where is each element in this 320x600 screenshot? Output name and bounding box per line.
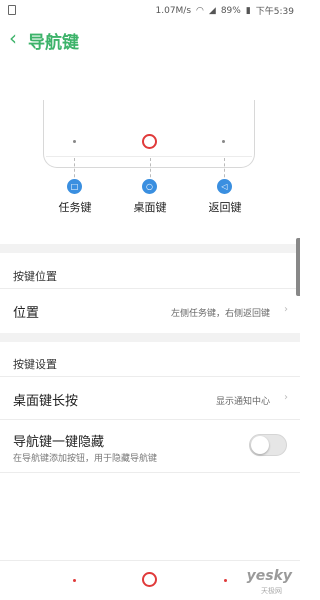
square-icon: □ xyxy=(67,179,82,194)
notification-icon xyxy=(8,5,16,15)
hide-nav-row[interactable]: 导航键一键隐藏 在导航键添加按钮，用于隐藏导航键 xyxy=(0,420,300,472)
section-title-key-settings: 按键设置 xyxy=(13,358,57,371)
hide-nav-subtitle: 在导航键添加按钮，用于隐藏导航键 xyxy=(13,454,158,464)
home-key-button[interactable] xyxy=(142,572,157,587)
section-title-key-position: 按键位置 xyxy=(13,270,57,283)
chevron-right-icon: › xyxy=(284,304,288,315)
home-long-press-value: 显示通知中心 xyxy=(215,397,270,407)
home-long-press-row[interactable]: 桌面键长按 显示通知中心 › xyxy=(0,377,300,419)
back-dot xyxy=(222,140,225,143)
triangle-left-icon: ◁ xyxy=(217,179,232,194)
chevron-left-icon[interactable]: ‹ xyxy=(9,27,17,49)
page-title: 导航键 xyxy=(28,33,79,53)
clock: 下午5:39 xyxy=(255,7,294,17)
home-long-press-label: 桌面键长按 xyxy=(13,394,79,409)
phone-inner-line xyxy=(46,156,252,157)
back-key-button[interactable] xyxy=(224,579,227,582)
toggle-knob xyxy=(251,436,269,454)
task-dot xyxy=(73,140,76,143)
home-key-label: 桌面键 xyxy=(133,201,167,214)
divider xyxy=(0,472,300,473)
home-circle-icon xyxy=(142,134,157,149)
back-key-label: 返回键 xyxy=(208,201,242,214)
chevron-right-icon: › xyxy=(284,392,288,403)
status-bar: 1.07M/s ◠ ◢ 89% ▮ 下午5:39 xyxy=(0,0,300,22)
battery-percent: 89% xyxy=(220,5,241,16)
wifi-icon: ◠ xyxy=(196,5,204,16)
side-drawer-handle[interactable] xyxy=(296,238,300,296)
section-separator xyxy=(0,333,300,342)
task-key-button[interactable] xyxy=(73,579,76,582)
hide-nav-toggle[interactable] xyxy=(249,434,287,456)
watermark-logo: yesky xyxy=(246,568,292,584)
hide-nav-label: 导航键一键隐藏 xyxy=(13,435,105,450)
signal-icon: ◢ xyxy=(208,5,216,16)
section-separator xyxy=(0,244,300,253)
task-key-label: 任务键 xyxy=(58,201,92,214)
header: ‹ 导航键 xyxy=(0,22,300,56)
circle-icon: ○ xyxy=(142,179,157,194)
position-value: 左侧任务键，右侧返回键 xyxy=(170,309,270,319)
position-row[interactable]: 位置 左侧任务键，右侧返回键 › xyxy=(0,289,300,333)
network-speed: 1.07M/s xyxy=(155,5,192,16)
watermark-sub: 天极网 xyxy=(261,587,282,595)
position-label: 位置 xyxy=(13,306,40,321)
nav-illustration: □ ○ ◁ 任务键 桌面键 返回键 xyxy=(0,56,300,244)
battery-icon: ▮ xyxy=(245,5,251,16)
